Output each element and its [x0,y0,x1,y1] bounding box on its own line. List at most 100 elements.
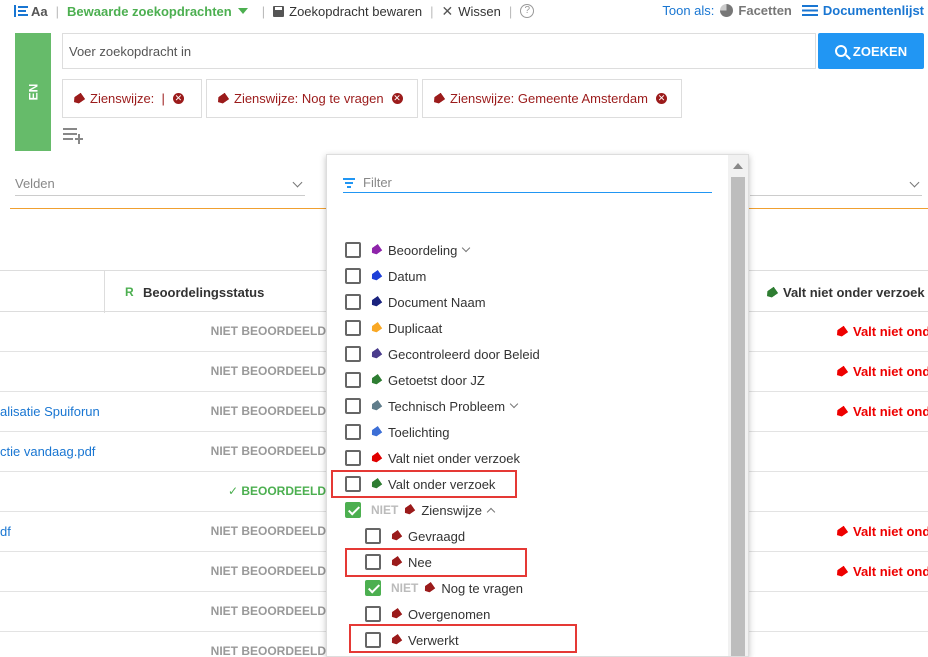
review-status: NIET BEOORDEELD [210,444,326,458]
query-chip[interactable]: Zienswijze: Gemeente Amsterdam ✕ [422,79,682,118]
query-chip[interactable]: Zienswijze: | ✕ [62,79,202,118]
floppy-disk-icon [273,5,285,17]
valt-niet-tag: Valt niet onde [836,404,928,419]
facet-option[interactable]: NIET Nog te vragen [365,577,523,599]
facet-option-label: Valt niet onder verzoek [388,450,520,466]
divider: | [261,3,266,19]
checkbox[interactable] [345,424,361,440]
facet-option[interactable]: Duplicaat [345,317,442,339]
tag-icon [835,365,849,378]
tag-icon [835,325,849,338]
search-button[interactable]: ZOEKEN [818,33,924,69]
checkbox[interactable] [345,268,361,284]
review-status: NIET BEOORDEELD [210,644,326,657]
top-toolbar: Aa | Bewaarde zoekopdrachten | Zoekopdra… [0,0,928,22]
checkbox[interactable] [345,502,361,518]
facet-option[interactable]: Valt niet onder verzoek [345,447,520,469]
checkbox[interactable] [345,346,361,362]
document-name-link[interactable]: alisatie Spuiforun [0,404,100,419]
facet-option[interactable]: NIET Zienswijze [345,499,496,521]
facet-option-label: Gevraagd [408,528,466,544]
saved-searches-dropdown[interactable]: Bewaarde zoekopdrachten [67,4,248,19]
chip-label: Zienswijze: | [90,91,165,106]
search-icon [834,45,847,57]
secondary-select[interactable] [750,176,922,196]
query-chip[interactable]: Zienswijze: Nog te vragen ✕ [206,79,418,118]
valt-niet-tag: Valt niet onde [836,564,928,579]
tag-icon [216,92,230,105]
facet-option[interactable]: Getoetst door JZ [345,369,485,391]
scroll-thumb[interactable] [731,177,745,656]
checkbox[interactable] [345,294,361,310]
review-status: NIET BEOORDEELD [210,364,326,378]
valt-niet-label: Valt niet onde [853,404,928,419]
tag-icon [370,296,383,308]
facet-option[interactable]: Gecontroleerd door Beleid [345,343,540,365]
tag-icon [423,582,436,594]
show-as-label: Toon als: [662,3,715,18]
facet-option-label: Document Naam [388,294,486,310]
tag-icon [370,452,383,464]
filter-input[interactable]: Filter [343,173,712,193]
chevron-down-icon[interactable] [462,243,471,253]
view-toggle-button[interactable]: Aa [14,4,48,19]
help-icon[interactable]: ? [520,4,535,18]
facets-option[interactable]: Facetten [738,3,791,18]
facet-option[interactable]: Technisch Probleem [345,395,519,417]
facet-option[interactable]: Beoordeling [345,239,471,261]
facet-option[interactable]: Toelichting [345,421,449,443]
facet-option[interactable]: Gevraagd [365,525,465,547]
document-name-link[interactable]: ctie vandaag.pdf [0,444,95,459]
fields-select[interactable]: Velden [15,176,305,196]
review-status: NIET BEOORDEELD [210,324,326,338]
remove-chip-icon[interactable]: ✕ [391,93,403,104]
doclist-option[interactable]: Documentenlijst [823,3,924,18]
checkbox[interactable] [345,450,361,466]
checkbox[interactable] [365,580,381,596]
scrollbar[interactable] [728,155,748,656]
review-status: NIET BEOORDEELD [210,564,326,578]
search-input[interactable]: Voer zoekopdracht in [62,33,816,69]
checkbox[interactable] [365,606,381,622]
chevron-down-icon[interactable] [509,399,519,409]
column-header-valt-niet[interactable]: Valt niet onder verzoek [766,285,925,300]
checkbox[interactable] [365,528,381,544]
save-search-button[interactable]: Zoekopdracht bewaren [273,4,422,19]
review-status: ✓ BEOORDEELD [227,484,326,498]
status-column-marker: R [125,285,134,299]
document-name-link[interactable]: df [0,524,11,539]
facet-option-label: Beoordeling [388,242,458,258]
facet-option[interactable]: Document Naam [345,291,486,313]
chip-label: Zienswijze: Nog te vragen [234,91,384,106]
pie-chart-icon [720,4,734,17]
tag-icon [835,525,849,538]
saved-searches-label: Bewaarde zoekopdrachten [67,3,232,19]
checkbox[interactable] [345,242,361,258]
tag-icon [370,374,383,386]
column-divider [104,271,105,313]
scroll-up-arrow-icon[interactable] [733,163,743,169]
aa-label: Aa [31,3,48,19]
niet-toggle[interactable]: NIET [371,503,398,517]
checkbox[interactable] [345,398,361,414]
language-tab[interactable]: EN [15,33,51,151]
add-query-row-icon[interactable] [63,128,83,144]
facet-option[interactable]: Datum [345,265,426,287]
clear-button[interactable]: ✕ Wissen [442,3,501,20]
chip-label: Zienswijze: Gemeente Amsterdam [450,91,648,106]
remove-chip-icon[interactable]: ✕ [172,93,184,104]
facet-option-label: Getoetst door JZ [388,372,485,388]
review-status: NIET BEOORDEELD [210,404,326,418]
column-header-status[interactable]: Beoordelingsstatus [143,285,264,300]
tag-icon [370,400,383,412]
checkbox[interactable] [345,320,361,336]
tree-list-icon [14,5,28,17]
chevron-up-icon[interactable] [486,507,496,517]
facet-option[interactable]: Overgenomen [365,603,490,625]
checkbox[interactable] [345,372,361,388]
remove-chip-icon[interactable]: ✕ [655,93,667,104]
niet-toggle[interactable]: NIET [391,581,418,595]
filter-icon [343,178,355,188]
chevron-down-icon [292,177,303,188]
valt-niet-tag: Valt niet onde [836,524,928,539]
